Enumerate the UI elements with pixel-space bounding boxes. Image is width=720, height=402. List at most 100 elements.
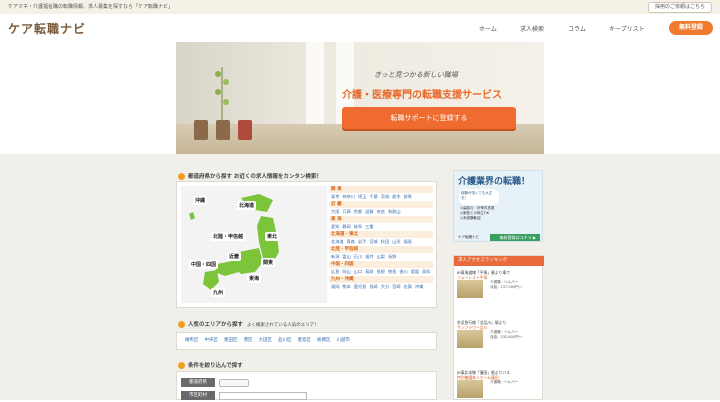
prefecture-links: 東京 神奈川 埼玉 千葉 茨城 栃木 群馬 — [329, 193, 433, 201]
prefecture-link[interactable]: 沖縄 — [415, 284, 423, 289]
area-link[interactable]: 豊島区 — [298, 338, 312, 343]
prefecture-link[interactable]: 埼玉 — [358, 194, 366, 199]
plant-icon — [215, 67, 229, 122]
area-link[interactable]: 川越市 — [337, 338, 351, 343]
prefecture-link[interactable]: 島根 — [377, 269, 385, 274]
ranking-title: 求人アクセスランキング — [454, 256, 544, 266]
city-row: 市区町村 — [181, 391, 434, 402]
prefecture-link[interactable]: 岡山 — [342, 269, 350, 274]
prefecture-select[interactable] — [219, 379, 249, 387]
prefecture-link[interactable]: 徳島 — [388, 269, 396, 274]
prefecture-link[interactable]: 香川 — [399, 269, 407, 274]
prefecture-link[interactable]: 三重 — [365, 224, 373, 229]
ranking-item[interactable]: JR東海道線「平塚」駅より車で フォーレスト平塚 介護職・ヘルパー 月給：237,… — [457, 270, 541, 299]
area-link[interactable]: 中央区 — [205, 338, 219, 343]
corporate-inquiry-button[interactable]: 採用のご依頼はこちら — [647, 2, 712, 13]
area-link[interactable]: 港区 — [244, 338, 253, 343]
region-heading: 九州・沖縄 — [329, 276, 433, 283]
ad-brand: ケア転職ナビ — [458, 234, 490, 241]
hero-heading: 介護・医療専門の転職支援サービス — [342, 90, 502, 101]
prefecture-link[interactable]: 鳥取 — [365, 269, 373, 274]
prefecture-link[interactable]: 青森 — [347, 239, 355, 244]
chair-icon — [238, 120, 252, 140]
prefecture-label: 都道府県 — [181, 378, 215, 387]
prefecture-link[interactable]: 長野 — [388, 254, 396, 259]
area-link[interactable]: 大田区 — [259, 338, 273, 343]
prefecture-link[interactable]: 神奈川 — [342, 194, 355, 199]
prefecture-link[interactable]: 愛媛 — [411, 269, 419, 274]
area-link[interactable]: 板橋区 — [317, 338, 331, 343]
prefecture-link[interactable]: 石川 — [354, 254, 362, 259]
prefecture-link[interactable]: 山梨 — [377, 254, 385, 259]
prefecture-link[interactable]: 東京 — [331, 194, 339, 199]
prefecture-link[interactable]: 茨城 — [381, 194, 389, 199]
nav-column[interactable]: コラム — [568, 24, 586, 33]
prefecture-link[interactable]: 岩手 — [358, 239, 366, 244]
prefecture-link[interactable]: 熊本 — [342, 284, 350, 289]
access-ranking: 求人アクセスランキング JR東海道線「平塚」駅より車で フォーレスト平塚 介護職… — [453, 255, 544, 400]
prefecture-link[interactable]: 大分 — [381, 284, 389, 289]
region-hokkaido[interactable]: 北海道 — [237, 201, 257, 210]
prefecture-link[interactable]: 栃木 — [392, 194, 400, 199]
prefecture-link[interactable]: 愛知 — [331, 224, 339, 229]
prefecture-link[interactable]: 奈良 — [377, 209, 385, 214]
prefecture-link[interactable]: 富山 — [342, 254, 350, 259]
pin-icon — [178, 321, 185, 328]
prefecture-link[interactable]: 千葉 — [369, 194, 377, 199]
region-okinawa[interactable]: 沖縄 — [193, 196, 208, 205]
prefecture-link[interactable]: 兵庫 — [342, 209, 350, 214]
prefecture-link[interactable]: 群馬 — [404, 194, 412, 199]
prefecture-link[interactable]: 新潟 — [331, 254, 339, 259]
nav-home[interactable]: ホーム — [479, 24, 497, 33]
recruit-ad-banner[interactable]: 介護業界の転職！ 経験が浅くても大丈夫！ ◎高給与・好条件多数 ◎家庭との両立OK… — [453, 170, 543, 242]
prefecture-link[interactable]: 秋田 — [381, 239, 389, 244]
japan-map[interactable]: 沖縄 北海道 北陸・甲信越 東北 関東 中国・四国 近畿 東海 九州 — [181, 186, 327, 303]
prefecture-link[interactable]: 宮崎 — [392, 284, 400, 289]
prefecture-link[interactable]: 佐賀 — [404, 284, 412, 289]
region-heading: 北陸・甲信越 — [329, 246, 433, 253]
nav-job-search[interactable]: 求人検索 — [520, 24, 544, 33]
area-link[interactable]: 墨田区 — [224, 338, 238, 343]
prefecture-link[interactable]: 宮城 — [369, 239, 377, 244]
region-kanto[interactable]: 関東 — [261, 258, 276, 267]
prefecture-link[interactable]: 福井 — [365, 254, 373, 259]
nav-keep-list[interactable]: キープリスト — [609, 24, 645, 33]
prefecture-link[interactable]: 岐阜 — [354, 224, 362, 229]
region-hokuriku[interactable]: 北陸・甲信越 — [211, 232, 246, 241]
prefecture-link[interactable]: 福岡 — [331, 284, 339, 289]
prefecture-links: 北海道 青森 岩手 宮城 秋田 山形 福島 — [329, 238, 433, 246]
prefecture-link[interactable]: 福島 — [404, 239, 412, 244]
ranking-item[interactable]: 京浜急行線「北品川」駅より サンフラワー品川 介護職・ヘルパー 月給：232,60… — [457, 320, 541, 349]
prefecture-link[interactable]: 広島 — [331, 269, 339, 274]
prefecture-link[interactable]: 鹿児島 — [354, 284, 367, 289]
prefecture-list: 関 東東京 神奈川 埼玉 千葉 茨城 栃木 群馬近 畿大阪 兵庫 京都 滋賀 奈良 和歌山東 海愛知静… — [329, 186, 433, 291]
prefecture-link[interactable]: 大阪 — [331, 209, 339, 214]
area-section-subtitle: よく検索されている人気のエリア！ — [246, 323, 319, 328]
prefecture-link[interactable]: 北海道 — [331, 239, 344, 244]
prefecture-link[interactable]: 和歌山 — [388, 209, 401, 214]
region-tokai[interactable]: 東海 — [247, 274, 262, 283]
prefecture-link[interactable]: 高知 — [422, 269, 430, 274]
city-input[interactable] — [219, 392, 307, 400]
prefecture-link[interactable]: 京都 — [354, 209, 362, 214]
area-link[interactable]: 練馬区 — [185, 338, 199, 343]
region-chugoku[interactable]: 中国・四国 — [189, 260, 219, 269]
region-kinki[interactable]: 近畿 — [227, 252, 242, 261]
prefecture-link[interactable]: 静岡 — [342, 224, 350, 229]
region-kyushu[interactable]: 九州 — [211, 288, 226, 297]
prefecture-link[interactable]: 滋賀 — [365, 209, 373, 214]
chair-icon — [194, 120, 208, 140]
register-support-button[interactable]: 転職サポートに登録する — [342, 107, 516, 129]
pin-icon — [178, 362, 185, 369]
prefecture-link[interactable]: 長崎 — [369, 284, 377, 289]
ranking-item[interactable]: JR東北本線「蓮田」駅よりバス 特別養護老人ホーム蓮田 介護職・ヘルパー — [457, 370, 541, 399]
site-logo[interactable]: ケア転職ナビ — [8, 20, 86, 37]
region-heading: 関 東 — [329, 186, 433, 193]
region-tohoku[interactable]: 東北 — [265, 232, 280, 241]
prefecture-link[interactable]: 山口 — [354, 269, 362, 274]
facility-photo — [457, 280, 483, 298]
prefecture-link[interactable]: 山形 — [392, 239, 400, 244]
pin-icon — [178, 173, 185, 180]
area-link[interactable]: 品川区 — [278, 338, 292, 343]
free-register-button[interactable]: 無料登録 — [669, 21, 713, 35]
